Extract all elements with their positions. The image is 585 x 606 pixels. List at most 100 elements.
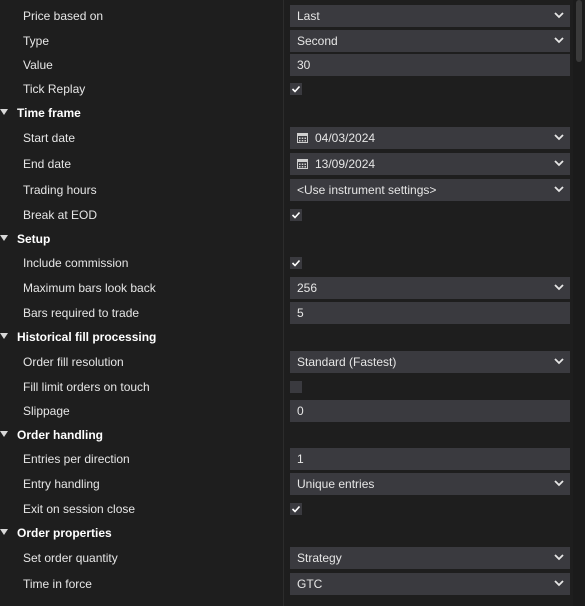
start-date-value: 04/03/2024 [315,131,376,145]
checkmark-icon [291,259,301,267]
chevron-down-icon [554,37,564,44]
row-set-order-quantity: Set order quantity Strategy [0,546,573,570]
category-setup-label: Setup [17,232,51,246]
value-label: Value [23,58,53,72]
row-end-date: End date 13/09/2024 [0,152,573,176]
row-entries-per-direction: Entries per direction 1 [0,447,573,471]
row-value: Value 30 [0,53,573,77]
slippage-label: Slippage [23,404,70,418]
chevron-down-icon [554,284,564,291]
column-divider[interactable] [283,0,284,606]
category-order-properties-label: Order properties [17,526,112,540]
category-historical-fill-label: Historical fill processing [17,330,157,344]
break-at-eod-label: Break at EOD [23,208,98,222]
set-order-quantity-label: Set order quantity [23,551,118,565]
category-time-frame-label: Time frame [17,106,81,120]
bars-required-input[interactable]: 5 [290,302,570,324]
triangle-down-icon[interactable] [0,235,8,241]
order-fill-resolution-value: Standard (Fastest) [297,355,397,369]
break-at-eod-checkbox[interactable] [290,209,302,221]
time-in-force-label: Time in force [23,577,92,591]
chevron-down-icon [554,160,564,167]
end-date-label: End date [23,157,72,171]
scrollbar-thumb[interactable] [576,0,582,62]
price-based-on-dropdown[interactable]: Last [290,5,570,27]
row-slippage: Slippage 0 [0,399,573,423]
time-in-force-value: GTC [297,577,323,591]
category-time-frame[interactable]: Time frame [0,101,573,125]
vertical-scrollbar[interactable] [573,0,585,606]
set-order-quantity-value: Strategy [297,551,342,565]
row-bars-required: Bars required to trade 5 [0,301,573,325]
triangle-down-icon[interactable] [0,529,8,535]
row-start-date: Start date 04/03/2024 [0,126,573,150]
chevron-down-icon [554,186,564,193]
tick-replay-checkbox[interactable] [290,83,302,95]
category-order-properties[interactable]: Order properties [0,521,573,545]
value-input[interactable]: 30 [290,54,570,76]
chevron-down-icon [554,358,564,365]
chevron-down-icon [554,580,564,587]
entry-handling-label: Entry handling [23,477,100,491]
time-in-force-dropdown[interactable]: GTC [290,573,570,595]
row-break-at-eod: Break at EOD [0,203,573,227]
triangle-down-icon[interactable] [0,333,8,339]
triangle-down-icon[interactable] [0,431,8,437]
category-order-handling-label: Order handling [17,428,104,442]
price-based-on-value: Last [297,9,320,23]
row-entry-handling: Entry handling Unique entries [0,472,573,496]
bars-required-value: 5 [297,306,304,320]
entries-per-direction-label: Entries per direction [23,452,130,466]
exit-on-session-close-label: Exit on session close [23,502,136,516]
type-value: Second [297,34,338,48]
category-order-handling[interactable]: Order handling [0,423,573,447]
entry-handling-dropdown[interactable]: Unique entries [290,473,570,495]
end-date-picker[interactable]: 13/09/2024 [290,153,570,175]
triangle-down-icon[interactable] [0,109,8,115]
chevron-down-icon [554,134,564,141]
entries-per-direction-input[interactable]: 1 [290,448,570,470]
max-bars-look-back-label: Maximum bars look back [23,281,156,295]
row-fill-limit-orders: Fill limit orders on touch [0,375,573,399]
row-trading-hours: Trading hours <Use instrument settings> [0,178,573,202]
exit-on-session-close-checkbox[interactable] [290,503,302,515]
checkmark-icon [291,211,301,219]
set-order-quantity-dropdown[interactable]: Strategy [290,547,570,569]
entries-per-direction-value: 1 [297,452,304,466]
entry-handling-value: Unique entries [297,477,375,491]
bars-required-label: Bars required to trade [23,306,140,320]
max-bars-look-back-dropdown[interactable]: 256 [290,277,570,299]
slippage-input[interactable]: 0 [290,400,570,422]
row-time-in-force: Time in force GTC [0,572,573,596]
row-exit-on-session-close: Exit on session close [0,497,573,521]
chevron-down-icon [554,12,564,19]
trading-hours-value: <Use instrument settings> [297,183,437,197]
row-type: Type Second [0,29,573,53]
end-date-value: 13/09/2024 [315,157,376,171]
row-include-commission: Include commission [0,251,573,275]
fill-limit-orders-label: Fill limit orders on touch [23,380,150,394]
order-fill-resolution-dropdown[interactable]: Standard (Fastest) [290,351,570,373]
category-setup[interactable]: Setup [0,227,573,251]
calendar-icon [297,159,308,169]
checkmark-icon [291,85,301,93]
trading-hours-dropdown[interactable]: <Use instrument settings> [290,179,570,201]
type-dropdown[interactable]: Second [290,30,570,52]
include-commission-label: Include commission [23,256,129,270]
checkmark-icon [291,505,301,513]
include-commission-checkbox[interactable] [290,257,302,269]
start-date-picker[interactable]: 04/03/2024 [290,127,570,149]
order-fill-resolution-label: Order fill resolution [23,355,124,369]
fill-limit-orders-checkbox[interactable] [290,381,302,393]
chevron-down-icon [554,554,564,561]
max-bars-look-back-value: 256 [297,281,318,295]
row-order-fill-resolution: Order fill resolution Standard (Fastest) [0,350,573,374]
category-historical-fill[interactable]: Historical fill processing [0,325,573,349]
calendar-icon [297,133,308,143]
price-based-on-label: Price based on [23,9,104,23]
tick-replay-label: Tick Replay [23,82,86,96]
value-input-text: 30 [297,58,311,72]
row-tick-replay: Tick Replay [0,77,573,101]
row-max-bars-look-back: Maximum bars look back 256 [0,276,573,300]
chevron-down-icon [554,480,564,487]
